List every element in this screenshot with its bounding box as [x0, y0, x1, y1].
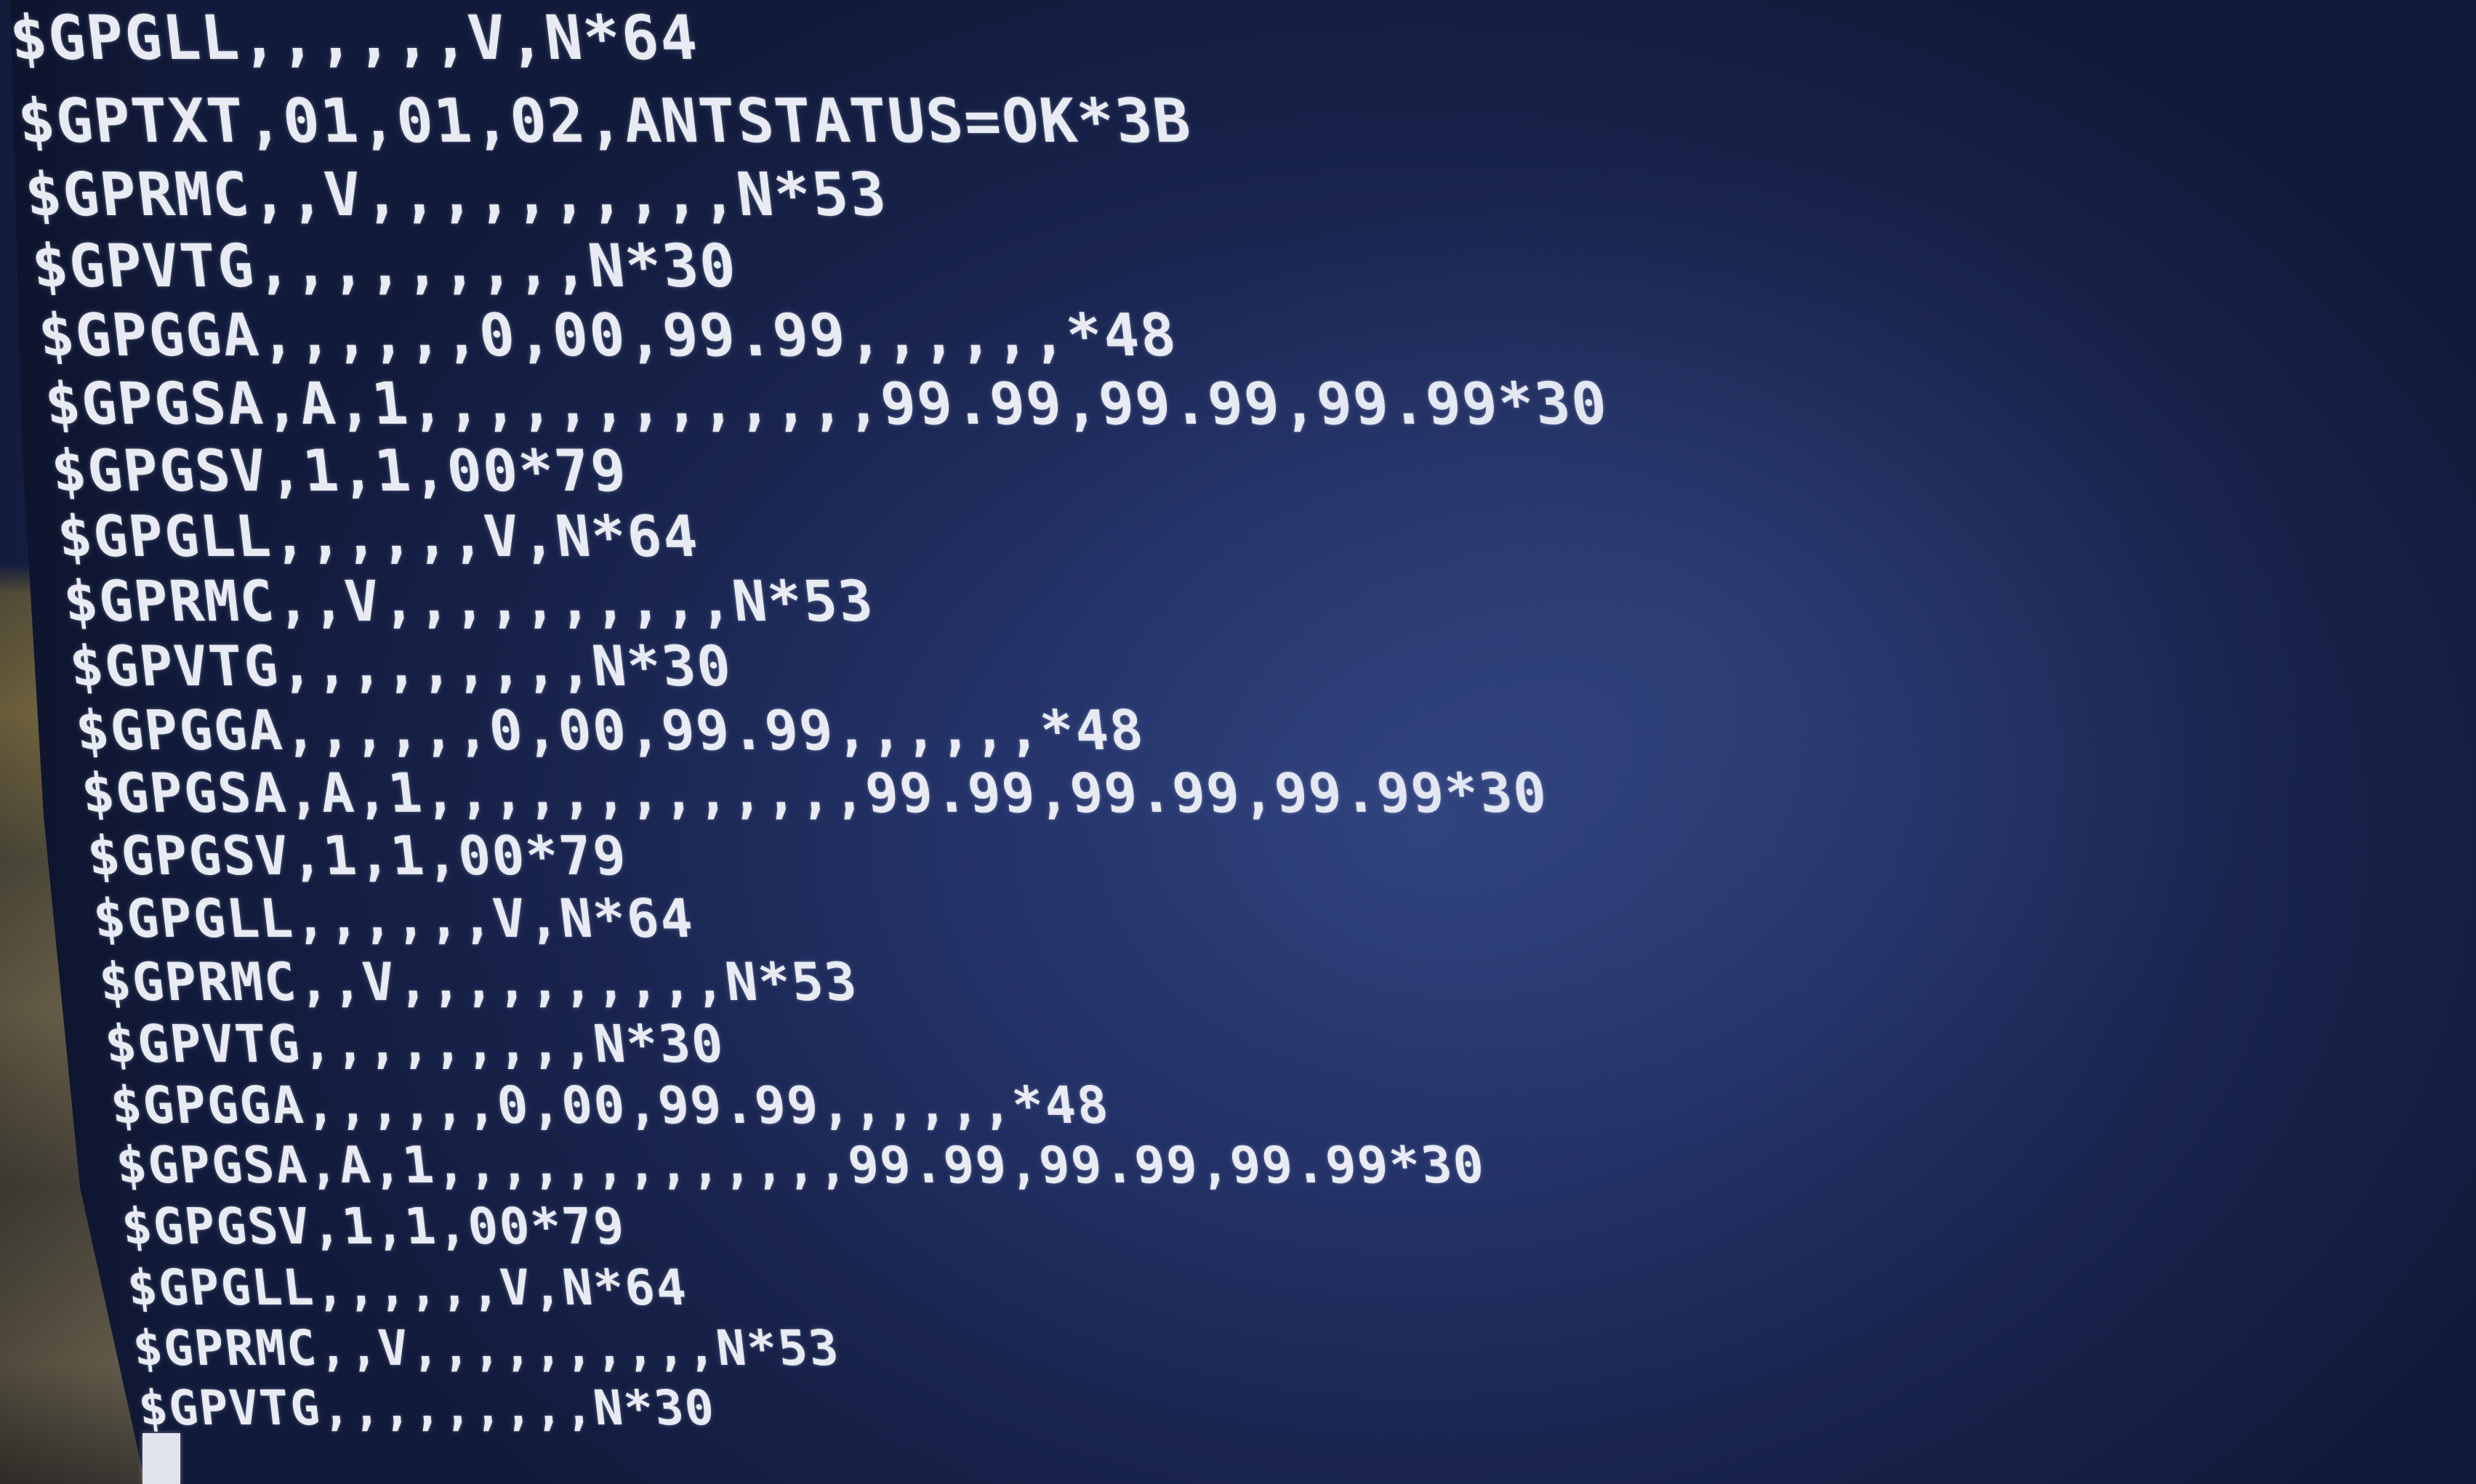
- console-line: $GPGLL,,,,,,V,N*64: [6, 2, 702, 73]
- console-line: $GPGSV,1,1,00*79: [84, 826, 631, 888]
- console-line: $GPGLL,,,,,,V,N*64: [124, 1259, 691, 1317]
- terminal-screen: $GPGLL,,,,,,V,N*64 $GPTXT,01,01,02,ANTST…: [0, 0, 2476, 1484]
- console-line: $GPVTG,,,,,,,,,N*30: [28, 232, 741, 302]
- console-line: $GPRMC,,V,,,,,,,,,,N*53: [95, 951, 861, 1012]
- text-cursor: [142, 1433, 180, 1484]
- console-line: $GPGSA,A,1,,,,,,,,,,,,,99.99,99.99,99.99…: [78, 762, 1551, 826]
- console-line: $GPRMC,,V,,,,,,,,,,N*53: [60, 568, 877, 634]
- console-line: $GPGGA,,,,,,0,00,99.99,,,,,,*48: [35, 302, 1181, 371]
- console-line: $GPGSV,1,1,00*79: [47, 437, 631, 504]
- console-line: $GPGSA,A,1,,,,,,,,,,,,,99.99,99.99,99.99…: [41, 370, 1612, 438]
- console-line: $GPGGA,,,,,,0,00,99.99,,,,,,*48: [72, 698, 1148, 762]
- console-line: $GPGGA,,,,,,0,00,99.99,,,,,,*48: [107, 1075, 1113, 1135]
- console-line: $GPVTG,,,,,,,,,N*30: [101, 1013, 728, 1074]
- console-line: $GPRMC,,V,,,,,,,,,,N*53: [129, 1319, 843, 1376]
- console-line: $GPGLL,,,,,,V,N*64: [54, 504, 702, 570]
- console-line: $GPGLL,,,,,,V,N*64: [89, 887, 697, 950]
- console-line: $GPGSV,1,1,00*79: [118, 1198, 629, 1257]
- console-line: $GPRMC,,V,,,,,,,,,,N*53: [21, 160, 891, 230]
- console-line: $GPVTG,,,,,,,,,N*30: [66, 634, 736, 699]
- serial-console-output[interactable]: $GPGLL,,,,,,V,N*64 $GPTXT,01,01,02,ANTST…: [0, 0, 2476, 1484]
- console-line: $GPVTG,,,,,,,,,N*30: [135, 1380, 719, 1436]
- console-line: $GPTXT,01,01,02,ANTSTATUS=OK*3B: [14, 86, 1196, 157]
- console-line: $GPGSA,A,1,,,,,,,,,,,,,99.99,99.99,99.99…: [113, 1137, 1489, 1195]
